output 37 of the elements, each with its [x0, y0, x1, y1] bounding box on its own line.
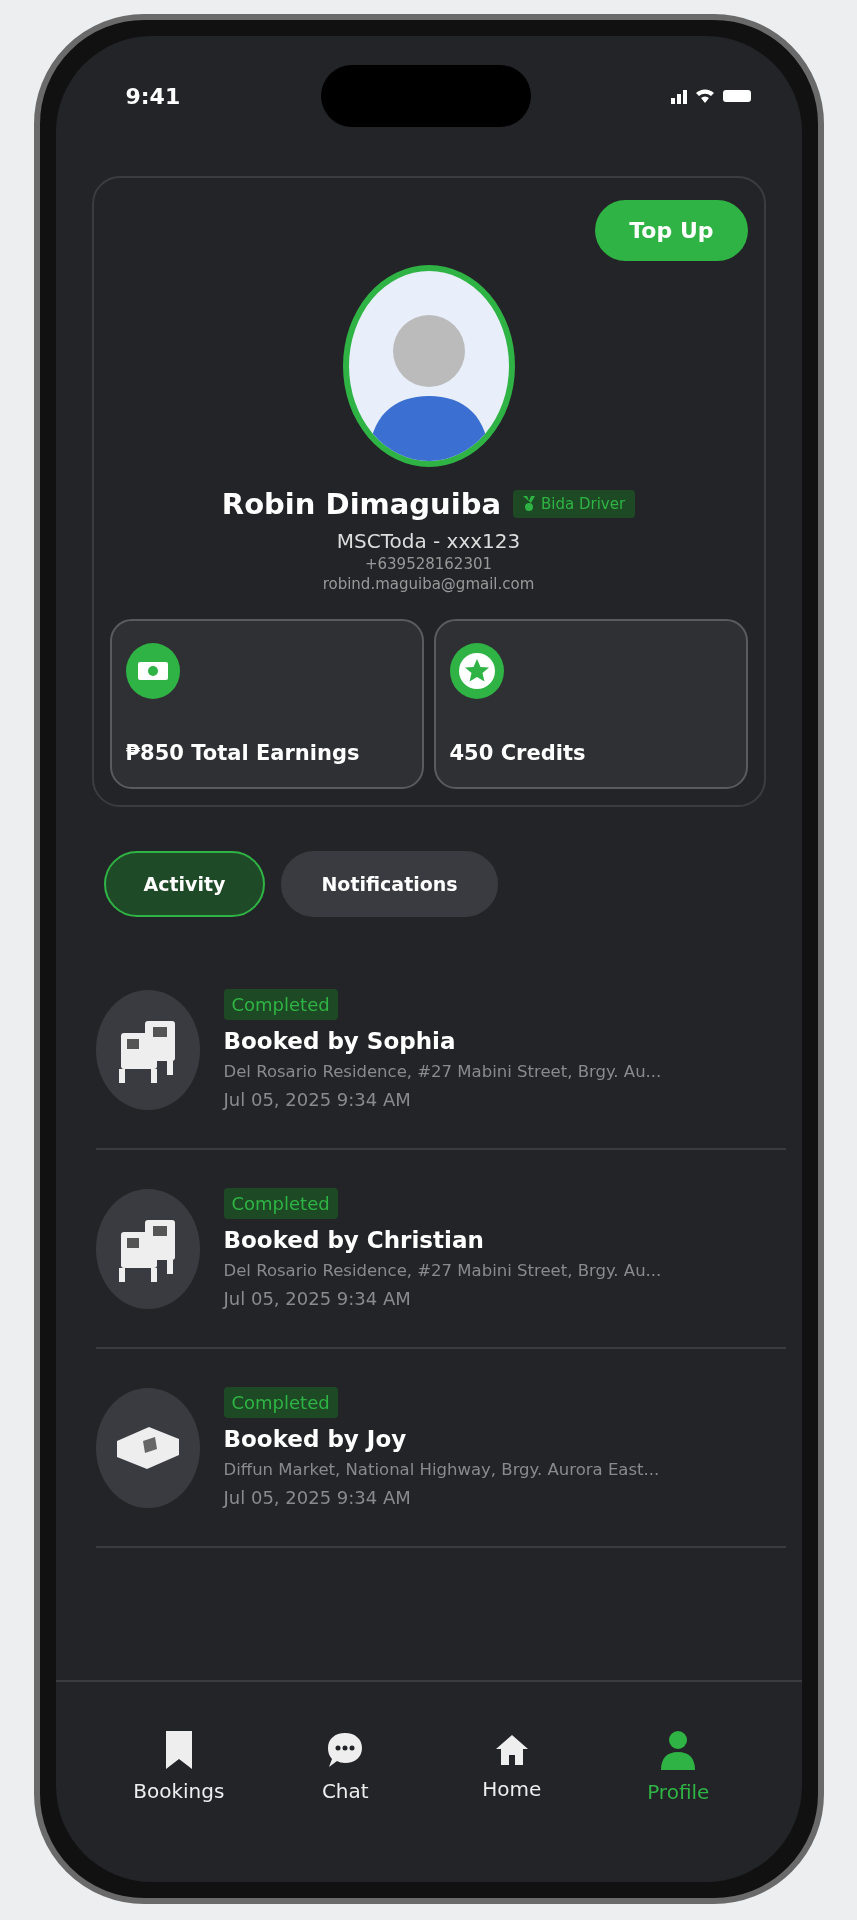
activity-time: Jul 05, 2025 9:34 AM: [223, 1288, 411, 1309]
signal-icon: [671, 88, 688, 104]
tab[interactable]: Activity: [103, 851, 266, 917]
badge-text: Bida Driver: [541, 495, 626, 513]
organization-text: MSCToda - xxx123: [336, 529, 521, 553]
nav-item[interactable]: Chat: [262, 1730, 429, 1804]
status-badge: Completed: [223, 1387, 338, 1418]
activity-address: Del Rosario Residence, #27 Mabini Street, Brgy. Au...: [223, 1261, 662, 1280]
battery-icon: [723, 90, 752, 102]
stat-label: 450 Credits: [449, 741, 587, 765]
activity-item[interactable]: Completed Booked by Sophia Del Rosario Residence, #27 Mabini Street, Brgy. Au... Jul 05, 2025 9:34 AM: [95, 951, 786, 1150]
chat-icon: [326, 1731, 365, 1769]
phone-number: +639528162301: [364, 555, 493, 573]
nav-item[interactable]: Home: [428, 1732, 595, 1802]
cash-icon: [125, 643, 180, 699]
activity-time: Jul 05, 2025 9:34 AM: [223, 1089, 411, 1110]
activity-address: Del Rosario Residence, #27 Mabini Street, Brgy. Au...: [223, 1062, 662, 1081]
activity-item[interactable]: Completed Booked by Joy Diffun Market, National Highway, Brgy. Aurora East... Jul 05, 2025 9:34 AM: [95, 1349, 786, 1548]
status-time: 9:41: [125, 83, 181, 109]
medal-icon: [523, 496, 536, 512]
bookmark-icon: [165, 1731, 192, 1769]
activity-item[interactable]: Completed Booked by Christian Del Rosario Residence, #27 Mabini Street, Brgy. Au... Jul 05, 2025 9:34 AM: [95, 1150, 786, 1349]
activity-time: Jul 05, 2025 9:34 AM: [223, 1487, 411, 1508]
tab[interactable]: Notifications: [281, 851, 498, 917]
person-icon: [659, 1730, 698, 1770]
nav-item[interactable]: Bookings: [95, 1730, 262, 1804]
wifi-icon: [695, 89, 716, 103]
nav-item[interactable]: Profile: [595, 1729, 762, 1805]
activity-title: Booked by Sophia: [223, 1028, 456, 1054]
driver-name: Robin Dimaguiba: [221, 487, 502, 521]
activity-title: Booked by Christian: [223, 1227, 484, 1253]
status-badge: Completed: [223, 989, 338, 1020]
stat-label: ₱850 Total Earnings: [125, 741, 361, 765]
status-badge: Completed: [223, 1188, 338, 1219]
activity-address: Diffun Market, National Highway, Brgy. Aurora East...: [223, 1460, 660, 1479]
activity-title: Booked by Joy: [223, 1426, 407, 1452]
email-text: robind.maguiba@gmail.com: [322, 575, 535, 593]
